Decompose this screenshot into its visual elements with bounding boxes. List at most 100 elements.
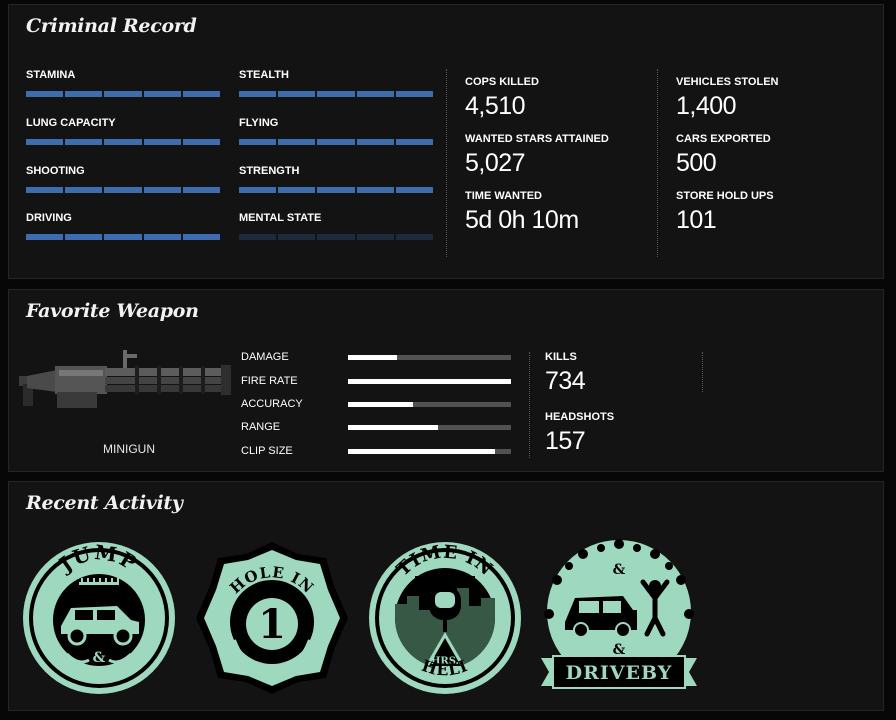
skill-label: STRENGTH	[239, 165, 300, 177]
weapon-stat-fill	[348, 379, 511, 384]
weapon-stat-label: CLIP SIZE	[241, 445, 293, 457]
skill-stamina: STAMINA	[26, 69, 221, 97]
stat-label: TIME WANTED	[465, 190, 542, 202]
skill-strength: STRENGTH	[239, 165, 434, 193]
stat-cars-exported: CARS EXPORTED 500	[676, 133, 771, 178]
weapon-stat-label: RANGE	[241, 421, 281, 433]
skill-bar-segment	[356, 139, 394, 145]
skill-bar-segment	[104, 91, 142, 97]
svg-text:&: &	[613, 562, 626, 578]
skill-bar	[26, 234, 221, 240]
stat-headshots: HEADSHOTS 157	[545, 411, 614, 456]
skill-shooting: SHOOTING	[26, 165, 221, 193]
skill-bar-segment	[278, 234, 316, 240]
weapon-stat-fill	[348, 355, 397, 360]
weapon-stat-fill	[348, 449, 495, 454]
skill-bar-segment	[65, 187, 103, 193]
column-divider	[529, 352, 530, 458]
weapon-stat-accuracy: ACCURACY	[241, 395, 521, 415]
stat-value: 1,400	[676, 92, 737, 120]
stat-time-wanted: TIME WANTED 5d 0h 10m	[465, 190, 579, 235]
time-in-heli-badge-icon: TIME IN HRS. HELI	[369, 541, 521, 694]
skill-bar-segment	[182, 91, 221, 97]
weapon-stat-track	[348, 425, 511, 430]
skill-bar	[26, 139, 221, 145]
skill-bar	[26, 187, 221, 193]
skill-label: LUNG CAPACITY	[26, 117, 116, 129]
stat-value: 4,510	[465, 92, 526, 120]
stat-label: STORE HOLD UPS	[676, 190, 774, 202]
skill-bar-segment	[317, 91, 355, 97]
skill-flying: FLYING	[239, 117, 434, 145]
stat-label: CARS EXPORTED	[676, 133, 771, 145]
skill-bar-segment	[239, 139, 277, 145]
skill-bar-segment	[104, 139, 142, 145]
favorite-weapon-title: Favorite Weapon	[26, 300, 199, 322]
skill-bar-segment	[356, 187, 394, 193]
skill-bar-segment	[143, 139, 181, 145]
skill-bar-segment	[182, 234, 221, 240]
weapon-stat-label: FIRE RATE	[241, 375, 298, 387]
skill-bar-segment	[182, 139, 221, 145]
stat-value: 500	[676, 149, 717, 177]
skill-bar-segment	[239, 234, 277, 240]
stat-vehicles-stolen: VEHICLES STOLEN 1,400	[676, 76, 778, 121]
skill-bar-segment	[26, 234, 64, 240]
skill-bar-segment	[239, 91, 277, 97]
skill-bar-segment	[395, 234, 434, 240]
skill-label: STAMINA	[26, 69, 76, 81]
recent-activity-panel: Recent Activity JUMP & HOLE IN 1 TIME IN…	[8, 481, 884, 711]
criminal-record-panel: Criminal Record STAMINA STEALTH LUNG CAP…	[8, 4, 884, 279]
skill-bar-segment	[356, 91, 394, 97]
svg-text:&: &	[93, 650, 106, 666]
criminal-record-title: Criminal Record	[26, 15, 197, 37]
skill-bar-segment	[356, 234, 394, 240]
skill-bar-segment	[26, 139, 64, 145]
skill-bar-segment	[317, 139, 355, 145]
skill-bar-segment	[26, 187, 64, 193]
stat-value: 5,027	[465, 149, 526, 177]
skill-bar	[26, 91, 221, 97]
weapon-stat-clip-size: CLIP SIZE	[241, 442, 521, 462]
skill-stealth: STEALTH	[239, 69, 434, 97]
minigun-icon	[19, 350, 231, 408]
skill-mental-state: MENTAL STATE	[239, 212, 434, 240]
stat-store-hold-ups: STORE HOLD UPS 101	[676, 190, 774, 235]
weapon-stat-label: ACCURACY	[241, 398, 303, 410]
skill-label: SHOOTING	[26, 165, 85, 177]
stat-label: KILLS	[545, 351, 577, 363]
hole-in-1-badge-icon: HOLE IN 1	[196, 542, 348, 694]
skill-driving: DRIVING	[26, 212, 221, 240]
skill-bar-segment	[65, 234, 103, 240]
column-divider	[657, 69, 658, 257]
skill-bar-segment	[317, 234, 355, 240]
skill-bar	[239, 234, 434, 240]
skill-bar-segment	[143, 187, 181, 193]
column-divider	[446, 69, 447, 257]
weapon-stat-damage: DAMAGE	[241, 348, 521, 368]
recent-activity-title: Recent Activity	[26, 492, 183, 514]
skill-lung-capacity: LUNG CAPACITY	[26, 117, 221, 145]
skill-bar-segment	[395, 91, 434, 97]
skill-bar-segment	[278, 91, 316, 97]
weapon-stat-fill	[348, 402, 414, 407]
weapon-stat-track	[348, 449, 511, 454]
skill-bar-segment	[395, 187, 434, 193]
skill-bar-segment	[143, 91, 181, 97]
weapon-name: MINIGUN	[103, 442, 155, 456]
weapon-stat-fill	[348, 425, 438, 430]
weapon-stat-track	[348, 355, 511, 360]
skill-bar	[239, 187, 434, 193]
weapon-stat-range: RANGE	[241, 418, 521, 438]
stat-value: 5d 0h 10m	[465, 206, 579, 234]
weapon-stat-fire-rate: FIRE RATE	[241, 372, 521, 392]
favorite-weapon-panel: Favorite Weapon MINIGUN DAMAGE FIRE RATE	[8, 289, 884, 472]
skill-bar-segment	[182, 187, 221, 193]
stat-value: 101	[676, 206, 717, 234]
skill-label: MENTAL STATE	[239, 212, 322, 224]
badge-banner-text: DRIVEBY	[566, 662, 673, 684]
stat-label: WANTED STARS ATTAINED	[465, 133, 609, 145]
skill-bar-segment	[65, 139, 103, 145]
stat-label: COPS KILLED	[465, 76, 539, 88]
skill-bar-segment	[65, 91, 103, 97]
